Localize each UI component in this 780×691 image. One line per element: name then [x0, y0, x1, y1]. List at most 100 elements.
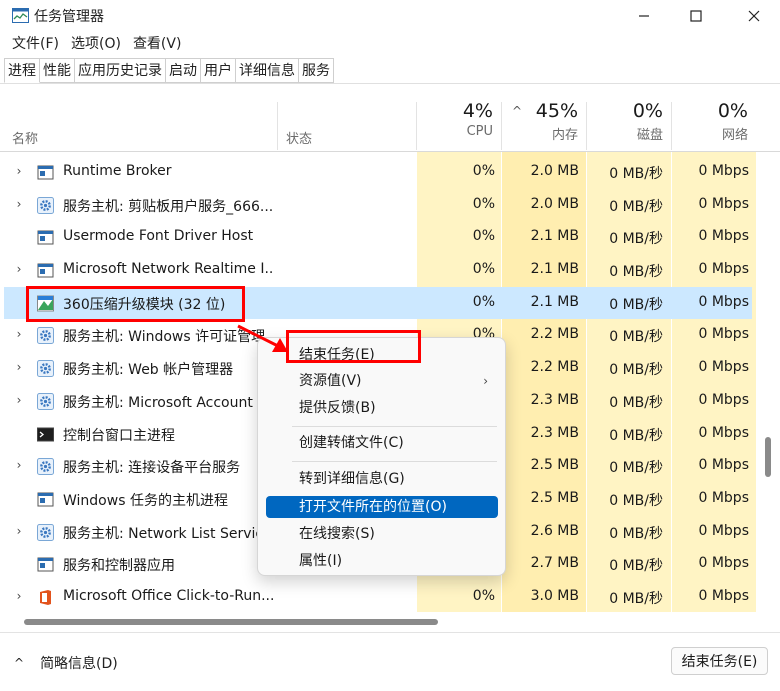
memory-value: 2.7 MB — [530, 555, 579, 572]
table-row[interactable]: › 服务主机: 剪贴板用户服务_666... 0% 2.0 MB 0 MB/秒 0 Mbp… — [4, 189, 752, 222]
cpu-value: 0% — [472, 587, 495, 604]
menu-options[interactable]: 选项(O) — [65, 32, 127, 56]
maximize-button[interactable] — [670, 0, 722, 32]
ctx-properties[interactable]: 属性(I) — [266, 550, 498, 572]
gear-service-icon — [37, 360, 54, 378]
menu-bar: 文件(F) 选项(O) 查看(V) — [0, 32, 187, 56]
disk-value: 0 MB/秒 — [609, 296, 663, 313]
app-window-icon — [37, 556, 54, 573]
expand-chevron-icon[interactable]: › — [12, 164, 26, 178]
tab-startup[interactable]: 启动 — [166, 58, 201, 83]
memory-value: 2.0 MB — [530, 163, 579, 179]
ctx-resource-values[interactable]: 资源值(V) › — [266, 370, 498, 392]
column-separator[interactable] — [277, 102, 278, 150]
app-window-icon — [37, 164, 54, 181]
menu-view[interactable]: 查看(V) — [127, 32, 188, 56]
expand-chevron-icon[interactable]: › — [12, 589, 26, 603]
tab-processes[interactable]: 进程 — [4, 58, 40, 83]
annotation-highlight-menu — [286, 330, 421, 363]
chevron-up-icon: ^ — [14, 656, 25, 670]
expand-chevron-icon[interactable]: › — [12, 262, 26, 276]
expand-chevron-icon[interactable]: › — [12, 197, 26, 211]
minimize-icon — [639, 15, 649, 17]
expand-chevron-icon[interactable]: › — [12, 524, 26, 538]
network-value: 0 Mbps — [698, 424, 749, 441]
tab-performance[interactable]: 性能 — [40, 58, 75, 83]
close-button[interactable] — [728, 0, 780, 32]
cpu-value: 0% — [472, 195, 495, 212]
process-name: Runtime Broker — [63, 163, 172, 179]
header-memory[interactable]: 45% 内存 — [502, 100, 578, 143]
network-value: 0 Mbps — [698, 522, 749, 539]
process-name: 服务主机: Network List Service — [63, 525, 272, 542]
memory-value: 2.1 MB — [530, 293, 579, 310]
process-name: 服务和控制器应用 — [63, 558, 175, 575]
tab-services[interactable]: 服务 — [299, 58, 334, 83]
ctx-provide-feedback[interactable]: 提供反馈(B) — [266, 397, 498, 419]
header-network[interactable]: 0% 网络 — [672, 100, 748, 143]
process-name: 服务主机: 剪贴板用户服务_666... — [63, 198, 273, 215]
disk-value: 0 MB/秒 — [609, 525, 663, 542]
memory-value: 2.1 MB — [530, 228, 579, 245]
tab-users[interactable]: 用户 — [201, 58, 236, 83]
process-name: Microsoft Network Realtime I... — [63, 261, 273, 278]
vertical-scrollbar[interactable] — [764, 152, 772, 612]
annotation-arrow-icon — [237, 324, 288, 352]
disk-value: 0 MB/秒 — [609, 198, 663, 215]
cpu-value: 0% — [472, 163, 495, 179]
gear-service-icon — [37, 458, 54, 476]
header-disk[interactable]: 0% 磁盘 — [587, 100, 663, 143]
window-title: 任务管理器 — [34, 9, 104, 25]
tab-app-history[interactable]: 应用历史记录 — [75, 58, 166, 83]
disk-value: 0 MB/秒 — [609, 394, 663, 411]
expand-chevron-icon[interactable]: › — [12, 393, 26, 407]
end-task-button[interactable]: 结束任务(E) — [671, 647, 768, 675]
header-cpu[interactable]: 4% CPU — [417, 100, 493, 139]
ctx-create-dump[interactable]: 创建转储文件(C) — [266, 432, 498, 454]
app-window-icon — [37, 262, 54, 279]
cpu-label: CPU — [466, 124, 493, 139]
table-row[interactable]: Usermode Font Driver Host 0% 2.1 MB 0 MB/秒 0… — [4, 221, 752, 254]
expand-chevron-icon[interactable]: › — [12, 360, 26, 374]
table-row[interactable]: › Microsoft Network Realtime I... 0% 2.1 MB… — [4, 254, 752, 287]
gear-service-icon — [37, 523, 54, 541]
disk-value: 0 MB/秒 — [609, 460, 663, 477]
horizontal-scroll-thumb[interactable] — [24, 619, 438, 625]
ctx-open-file-location[interactable]: 打开文件所在的位置(O) — [266, 496, 498, 518]
ctx-go-to-details[interactable]: 转到详细信息(G) — [266, 468, 498, 490]
network-value: 0 Mbps — [698, 359, 749, 376]
disk-value: 0 MB/秒 — [609, 427, 663, 444]
title-bar: 任务管理器 — [0, 0, 780, 32]
disk-value: 0 MB/秒 — [609, 329, 663, 346]
process-name: Microsoft Office Click-to-Run... — [63, 587, 273, 604]
expand-chevron-icon[interactable]: › — [12, 458, 26, 472]
expand-chevron-icon[interactable]: › — [12, 327, 26, 341]
ctx-provide-feedback-label: 提供反馈(B) — [299, 400, 376, 416]
gear-service-icon — [37, 327, 54, 345]
ctx-search-online-label: 在线搜索(S) — [299, 526, 375, 542]
vertical-scroll-thumb[interactable] — [765, 437, 771, 477]
gear-service-icon — [37, 392, 54, 410]
menu-file[interactable]: 文件(F) — [0, 32, 65, 56]
memory-value: 2.5 MB — [530, 457, 579, 474]
disk-value: 0 MB/秒 — [609, 231, 663, 248]
gear-service-icon — [37, 196, 54, 214]
tab-details[interactable]: 详细信息 — [236, 58, 299, 83]
minimize-button[interactable] — [618, 0, 670, 32]
header-status[interactable]: 状态 — [286, 128, 312, 147]
network-value: 0 Mbps — [698, 391, 749, 408]
task-manager-app-icon — [12, 8, 29, 23]
cpu-value: 0% — [472, 293, 495, 310]
memory-value: 2.0 MB — [530, 195, 579, 212]
fewer-details-toggle[interactable]: ^ 简略信息(D) — [14, 653, 118, 673]
network-value: 0 Mbps — [698, 163, 749, 179]
ctx-separator — [292, 426, 497, 427]
header-name[interactable]: 名称 — [12, 128, 38, 147]
table-row[interactable]: › Runtime Broker 0% 2.0 MB 0 MB/秒 0 Mbps — [4, 156, 752, 189]
horizontal-scrollbar[interactable] — [0, 614, 780, 630]
column-header: 名称 状态 4% CPU ^ 45% 内存 0% 磁盘 0% 网络 — [0, 84, 780, 152]
table-row[interactable]: › Microsoft Office Click-to-Run... 0% 3.0 M… — [4, 581, 752, 614]
cpu-total-percent: 4% — [462, 100, 493, 122]
submenu-arrow-icon: › — [483, 374, 488, 388]
ctx-search-online[interactable]: 在线搜索(S) — [266, 523, 498, 545]
